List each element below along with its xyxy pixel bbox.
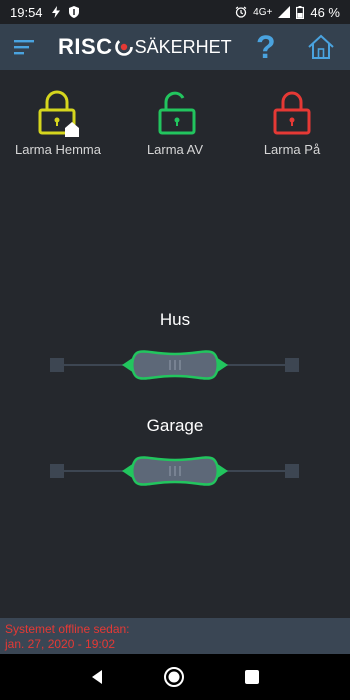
menu-icon[interactable] (14, 38, 36, 56)
status-bar: 19:54 4G+ 46 % (0, 0, 350, 24)
partition-title-hus: Hus (159, 310, 191, 329)
alarm-icon (235, 6, 247, 18)
slider-right-end (285, 464, 299, 478)
network-type: 4G+ (253, 6, 273, 18)
help-button[interactable]: ? (256, 29, 276, 65)
app-header: RISC SÄKERHET ? (0, 24, 350, 70)
app-logo: RISC SÄKERHET (58, 34, 232, 60)
partition-slider-hus[interactable] (48, 350, 302, 380)
back-icon[interactable] (90, 669, 104, 685)
battery-percent: 46 % (310, 4, 340, 20)
partition-slider-garage[interactable] (48, 456, 302, 486)
lock-closed-icon (273, 91, 311, 135)
logo-subtitle: SÄKERHET (134, 36, 232, 57)
lock-home-icon (38, 90, 79, 137)
arm-home-button[interactable]: Larma Hemma (3, 90, 113, 157)
arm-away-button[interactable]: Larma På (237, 90, 347, 157)
status-time: 19:54 (10, 4, 43, 20)
slider-thumb[interactable] (122, 350, 228, 380)
offline-notice: Systemet offline sedan: jan. 27, 2020 - … (0, 618, 350, 654)
arm-home-label: Larma Hemma (15, 142, 101, 157)
home-nav-icon[interactable] (163, 666, 185, 688)
lock-open-icon (158, 91, 196, 135)
recents-icon[interactable] (244, 669, 260, 685)
disarm-label: Larma AV (146, 142, 204, 157)
disarm-button[interactable]: Larma AV (120, 90, 230, 157)
logo-brand-text: RISC (58, 34, 113, 59)
home-icon[interactable] (307, 33, 335, 61)
arm-away-label: Larma På (263, 142, 321, 157)
slider-left-end (50, 464, 64, 478)
system-nav-bar (0, 654, 350, 700)
shield-icon (68, 6, 79, 18)
offline-notice-line1: Systemet offline sedan: (5, 622, 130, 636)
offline-notice-line2: jan. 27, 2020 - 19:02 (5, 637, 116, 651)
charging-icon (51, 6, 61, 18)
slider-thumb[interactable] (122, 456, 228, 486)
slider-right-end (285, 358, 299, 372)
slider-left-end (50, 358, 64, 372)
signal-icon (278, 6, 291, 18)
logo-mark-icon (114, 38, 133, 56)
battery-icon (296, 5, 305, 19)
partition-title-garage: Garage (146, 416, 204, 435)
